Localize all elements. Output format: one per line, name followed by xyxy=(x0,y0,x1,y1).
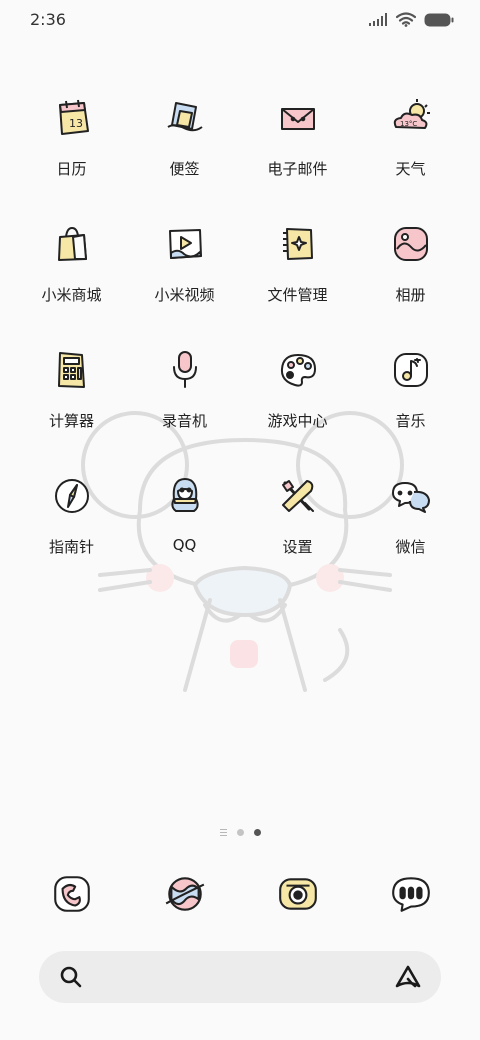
app-label: 小米视频 xyxy=(154,286,215,304)
search-bar[interactable] xyxy=(39,951,441,1003)
assistant-icon[interactable] xyxy=(395,965,421,993)
app-label: 录音机 xyxy=(161,412,207,430)
page-indicator-minus-one[interactable] xyxy=(219,829,227,836)
weather-icon-temp: 13°C xyxy=(400,120,417,128)
status-time: 2:36 xyxy=(30,10,66,29)
app-label: 便签 xyxy=(169,160,200,178)
wifi-icon xyxy=(396,12,416,27)
dock-browser[interactable] xyxy=(128,866,241,922)
app-gallery[interactable]: 相册 xyxy=(354,218,467,344)
palette-icon xyxy=(274,344,322,396)
app-row: 计算器 录音机 游戏中心 音乐 xyxy=(15,344,467,470)
weather-icon: 13°C xyxy=(387,92,435,144)
calculator-icon xyxy=(48,344,96,396)
penguin-icon xyxy=(161,470,209,522)
music-icon xyxy=(387,344,435,396)
status-bar: 2:36 xyxy=(0,0,480,42)
app-row: 小米商城 小米视频 文件管理 相册 xyxy=(15,218,467,344)
app-wechat[interactable]: 微信 xyxy=(354,470,467,596)
app-label: 电子邮件 xyxy=(267,160,328,178)
app-mi-store[interactable]: 小米商城 xyxy=(15,218,128,344)
microphone-icon xyxy=(161,344,209,396)
dock-phone[interactable] xyxy=(15,866,128,922)
app-label: 小米商城 xyxy=(41,286,102,304)
app-row: 指南针 QQ 设置 微信 xyxy=(15,470,467,596)
app-file-manager[interactable]: 文件管理 xyxy=(241,218,354,344)
app-label: 日历 xyxy=(56,160,87,178)
search-icon[interactable] xyxy=(59,965,83,993)
phone-icon xyxy=(53,876,90,912)
status-icons xyxy=(368,12,454,27)
calendar-icon-number: 13 xyxy=(69,117,83,130)
app-label: 微信 xyxy=(395,538,426,556)
dock-messages[interactable] xyxy=(354,866,467,922)
dock xyxy=(15,866,467,922)
video-icon xyxy=(161,218,209,270)
app-label: 音乐 xyxy=(395,412,426,430)
app-grid: 13 日历 便签 电子邮件 13°C 天气 小米商城 小米视频 文件管理 相册 … xyxy=(15,92,467,596)
app-music[interactable]: 音乐 xyxy=(354,344,467,470)
app-notes[interactable]: 便签 xyxy=(128,92,241,218)
notes-icon xyxy=(161,92,209,144)
app-mi-video[interactable]: 小米视频 xyxy=(128,218,241,344)
folder-icon xyxy=(274,218,322,270)
page-indicator xyxy=(0,829,480,836)
app-label: 游戏中心 xyxy=(267,412,328,430)
dock-camera[interactable] xyxy=(241,866,354,922)
signal-icon xyxy=(368,12,388,27)
app-label: 相册 xyxy=(395,286,426,304)
email-icon xyxy=(274,92,322,144)
app-label: 文件管理 xyxy=(267,286,328,304)
app-calendar[interactable]: 13 日历 xyxy=(15,92,128,218)
page-indicator-dot-active[interactable] xyxy=(253,829,261,836)
app-label: 天气 xyxy=(395,160,426,178)
shop-bag-icon xyxy=(48,218,96,270)
app-weather[interactable]: 13°C 天气 xyxy=(354,92,467,218)
app-label: 计算器 xyxy=(48,412,94,430)
browser-planet-icon xyxy=(165,877,204,911)
gallery-icon xyxy=(387,218,435,270)
battery-icon xyxy=(424,13,454,27)
app-label: 指南针 xyxy=(48,538,94,556)
messages-icon xyxy=(391,877,430,912)
page-indicator-dot[interactable] xyxy=(236,829,244,836)
tools-icon xyxy=(274,470,322,522)
app-compass[interactable]: 指南针 xyxy=(15,470,128,596)
chat-bubbles-icon xyxy=(387,470,435,522)
app-recorder[interactable]: 录音机 xyxy=(128,344,241,470)
app-row: 13 日历 便签 电子邮件 13°C 天气 xyxy=(15,92,467,218)
app-settings[interactable]: 设置 xyxy=(241,470,354,596)
calendar-icon: 13 xyxy=(48,92,96,144)
app-label: QQ xyxy=(172,536,197,554)
camera-icon xyxy=(278,878,317,910)
app-game-center[interactable]: 游戏中心 xyxy=(241,344,354,470)
app-qq[interactable]: QQ xyxy=(128,470,241,596)
compass-icon xyxy=(48,470,96,522)
app-label: 设置 xyxy=(282,538,313,556)
app-calculator[interactable]: 计算器 xyxy=(15,344,128,470)
app-email[interactable]: 电子邮件 xyxy=(241,92,354,218)
